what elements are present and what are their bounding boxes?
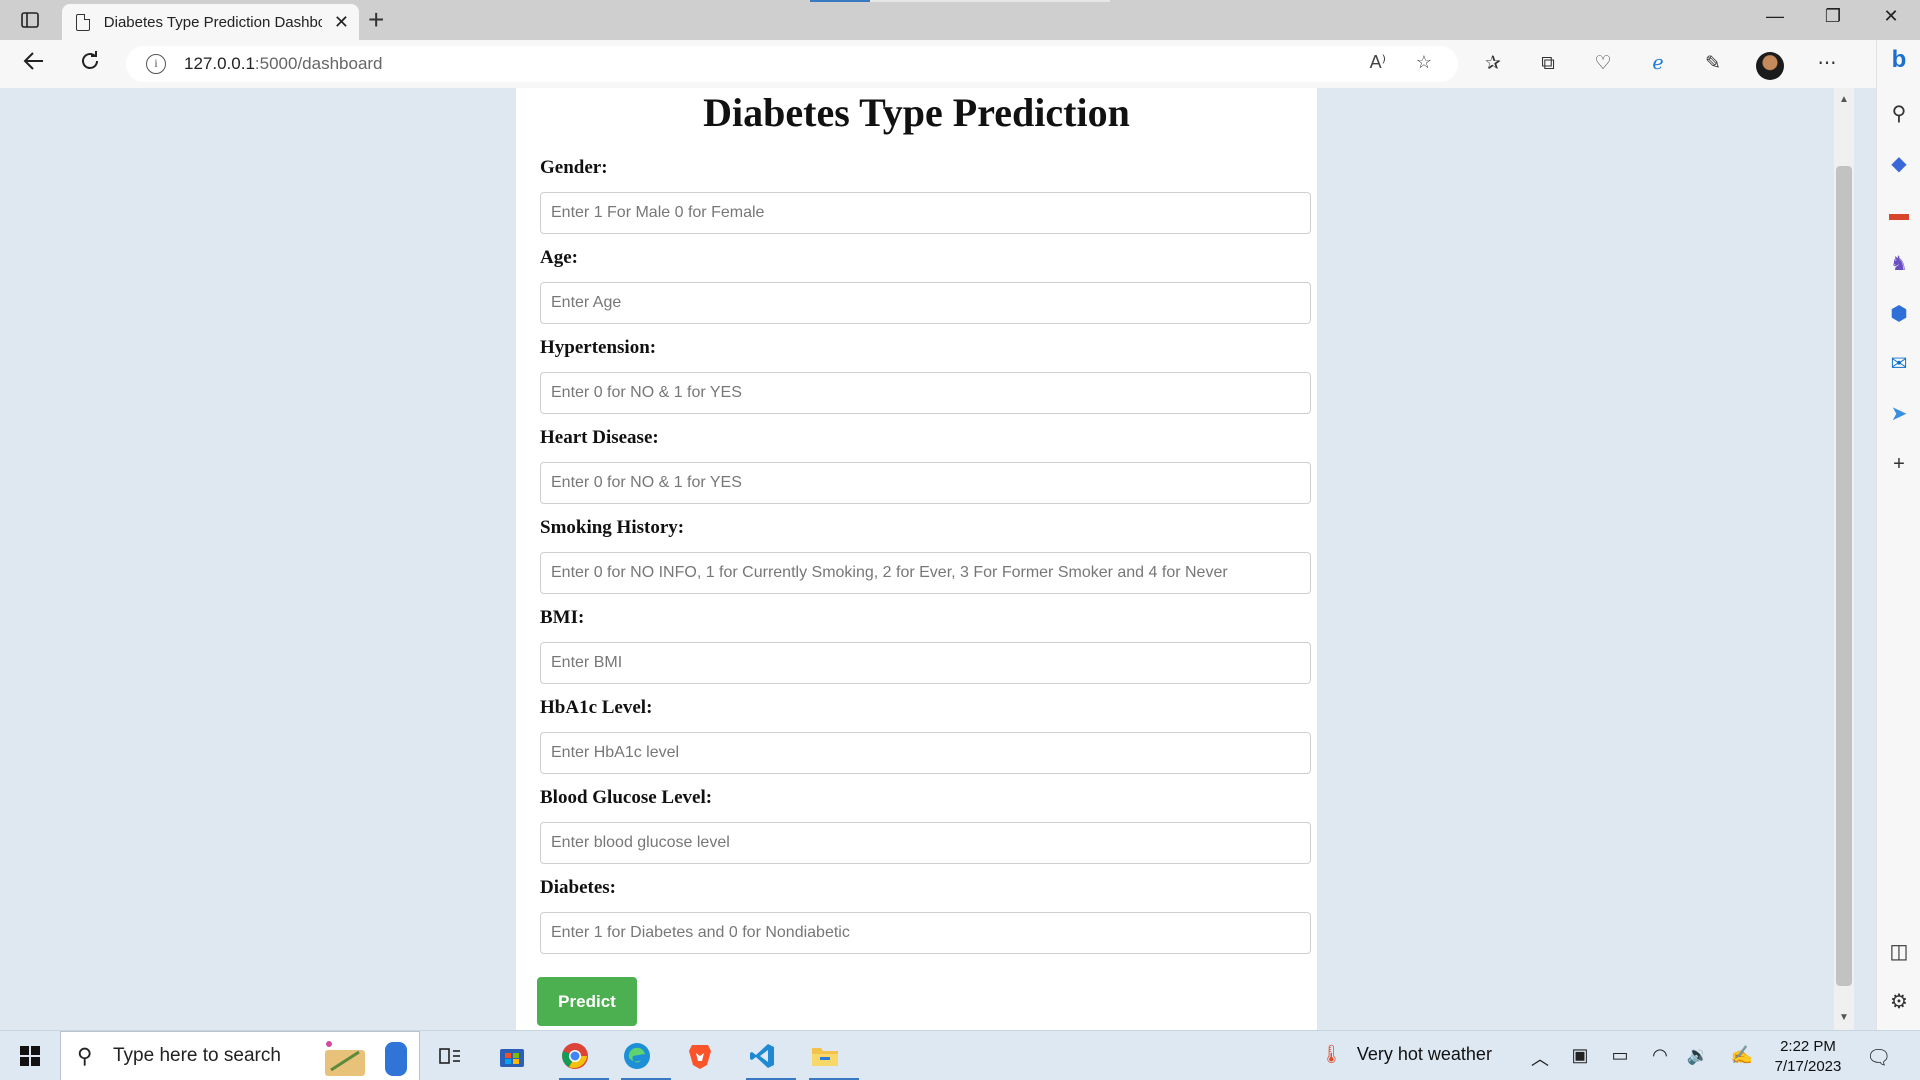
age-input[interactable] bbox=[540, 282, 1311, 324]
clock-date: 7/17/2023 bbox=[1774, 1058, 1842, 1075]
chevron-up-icon[interactable]: ︿ bbox=[1528, 1045, 1552, 1071]
hba1c-label: HbA1c Level: bbox=[540, 697, 653, 718]
microsoft-365-icon[interactable]: ⬢ bbox=[1887, 302, 1911, 326]
close-window-icon[interactable]: ✕ bbox=[1866, 6, 1916, 27]
prediction-form-card: Diabetes Type Prediction Gender: Age: Hy… bbox=[516, 88, 1317, 1030]
thermometer-icon: 🌡 bbox=[1320, 1044, 1343, 1064]
smoking-history-label: Smoking History: bbox=[540, 517, 685, 538]
file-explorer-icon[interactable] bbox=[805, 1038, 859, 1080]
predict-button[interactable]: Predict bbox=[537, 977, 637, 1026]
hide-sidebar-icon[interactable]: ◫ bbox=[1887, 940, 1911, 964]
page-icon bbox=[76, 13, 90, 31]
restore-icon[interactable]: ❐ bbox=[1808, 6, 1858, 27]
vscode-icon[interactable] bbox=[742, 1038, 796, 1080]
hba1c-input[interactable] bbox=[540, 732, 1311, 774]
extensions-icon[interactable]: ✎ bbox=[1700, 52, 1726, 76]
scroll-up-icon[interactable]: ▲ bbox=[1836, 94, 1852, 105]
windows-start-icon[interactable] bbox=[20, 1046, 40, 1066]
minimize-icon[interactable]: — bbox=[1750, 6, 1800, 27]
gender-input[interactable] bbox=[540, 192, 1311, 234]
url-field[interactable]: i 127.0.0.1:5000/dashboard A⁾ ☆ bbox=[126, 46, 1458, 82]
bing-icon[interactable]: b bbox=[1887, 48, 1911, 72]
diabetes-label: Diabetes: bbox=[540, 877, 616, 898]
age-label: Age: bbox=[540, 247, 578, 268]
page-scrollbar-thumb[interactable] bbox=[1836, 166, 1852, 986]
outlook-icon[interactable]: ✉ bbox=[1887, 352, 1911, 376]
smoking-history-input[interactable] bbox=[540, 552, 1311, 594]
refresh-icon[interactable] bbox=[74, 50, 106, 78]
bmi-label: BMI: bbox=[540, 607, 585, 628]
collections-icon[interactable]: ⧉ bbox=[1535, 52, 1561, 76]
weather-widget[interactable]: 🌡 Very hot weather bbox=[1320, 1044, 1492, 1065]
new-tab-button[interactable]: + bbox=[368, 5, 384, 35]
browser-tab-bar: Diabetes Type Prediction Dashbo ✕ + — ❐ … bbox=[0, 0, 1920, 40]
profile-avatar[interactable] bbox=[1756, 52, 1784, 80]
tab-actions-icon[interactable] bbox=[14, 8, 46, 32]
volume-icon[interactable]: 🔉 bbox=[1686, 1045, 1710, 1066]
add-sidebar-item-icon[interactable]: + bbox=[1887, 452, 1911, 476]
diabetes-input[interactable] bbox=[540, 912, 1311, 954]
heart-disease-label: Heart Disease: bbox=[540, 427, 659, 448]
system-clock[interactable]: 2:22 PM 7/17/2023 bbox=[1770, 1037, 1846, 1077]
taskbar-search-box[interactable]: ⚲ Type here to search bbox=[60, 1031, 420, 1080]
gender-label: Gender: bbox=[540, 157, 608, 178]
browser-essentials-icon[interactable]: ♡ bbox=[1590, 52, 1616, 76]
meet-now-icon[interactable]: ▣ bbox=[1568, 1045, 1592, 1066]
battery-icon[interactable]: ▭ bbox=[1608, 1045, 1632, 1066]
scroll-down-icon[interactable]: ▼ bbox=[1836, 1012, 1852, 1023]
shopping-icon[interactable]: ◆ bbox=[1887, 152, 1911, 176]
clock-time: 2:22 PM bbox=[1780, 1038, 1836, 1055]
address-bar-row: i 127.0.0.1:5000/dashboard A⁾ ☆ ✰ ⧉ ♡ ℯ … bbox=[0, 40, 1920, 88]
more-options-icon[interactable]: ⋯ bbox=[1814, 52, 1840, 76]
search-icon[interactable]: ⚲ bbox=[1887, 102, 1911, 126]
tab-strip-indicator bbox=[810, 0, 870, 2]
notification-icon[interactable]: 🗨 bbox=[1866, 1045, 1891, 1070]
task-view-icon[interactable] bbox=[430, 1038, 470, 1074]
hypertension-input[interactable] bbox=[540, 372, 1311, 414]
favorites-icon[interactable]: ✰ bbox=[1480, 52, 1506, 76]
windows-taskbar: ⚲ Type here to search 🌡 Very hot weather… bbox=[0, 1030, 1920, 1080]
close-tab-icon[interactable]: ✕ bbox=[334, 13, 349, 31]
blood-glucose-label: Blood Glucose Level: bbox=[540, 787, 713, 808]
page-title: Diabetes Type Prediction bbox=[703, 90, 1130, 135]
read-aloud-icon[interactable]: A⁾ bbox=[1370, 52, 1386, 73]
brave-icon[interactable] bbox=[680, 1038, 720, 1074]
blood-glucose-input[interactable] bbox=[540, 822, 1311, 864]
heart-disease-input[interactable] bbox=[540, 462, 1311, 504]
weather-text: Very hot weather bbox=[1356, 1044, 1492, 1064]
edge-sidebar: b ⚲ ◆ ▬ ♞ ⬢ ✉ ➤ + ◫ ⚙ bbox=[1876, 40, 1920, 1030]
edge-icon[interactable] bbox=[617, 1038, 671, 1080]
url-host: 127.0.0.1 bbox=[184, 54, 255, 73]
bmi-input[interactable] bbox=[540, 642, 1311, 684]
microsoft-store-icon[interactable] bbox=[492, 1038, 532, 1074]
tab-strip-indicator bbox=[870, 0, 1110, 2]
site-info-icon[interactable]: i bbox=[146, 54, 166, 74]
settings-icon[interactable]: ⚙ bbox=[1887, 990, 1911, 1014]
tools-icon[interactable]: ▬ bbox=[1887, 202, 1911, 226]
games-icon[interactable]: ♞ bbox=[1887, 252, 1911, 276]
taskbar-search-placeholder: Type here to search bbox=[113, 1045, 281, 1066]
ie-mode-icon[interactable]: ℯ bbox=[1645, 52, 1671, 76]
back-arrow-icon[interactable] bbox=[18, 50, 50, 78]
search-icon: ⚲ bbox=[77, 1044, 93, 1068]
drop-icon[interactable]: ➤ bbox=[1887, 402, 1911, 426]
search-highlight-art bbox=[325, 1041, 407, 1076]
hypertension-label: Hypertension: bbox=[540, 337, 657, 358]
add-favorite-icon[interactable]: ☆ bbox=[1416, 52, 1432, 73]
browser-tab-active[interactable]: Diabetes Type Prediction Dashbo ✕ bbox=[62, 4, 359, 40]
tab-title: Diabetes Type Prediction Dashbo bbox=[103, 13, 322, 31]
url-path: :5000/dashboard bbox=[254, 54, 383, 73]
chrome-icon[interactable] bbox=[555, 1038, 609, 1080]
wifi-icon[interactable]: ◠ bbox=[1648, 1045, 1672, 1066]
pen-icon[interactable]: ✍ bbox=[1730, 1045, 1754, 1066]
